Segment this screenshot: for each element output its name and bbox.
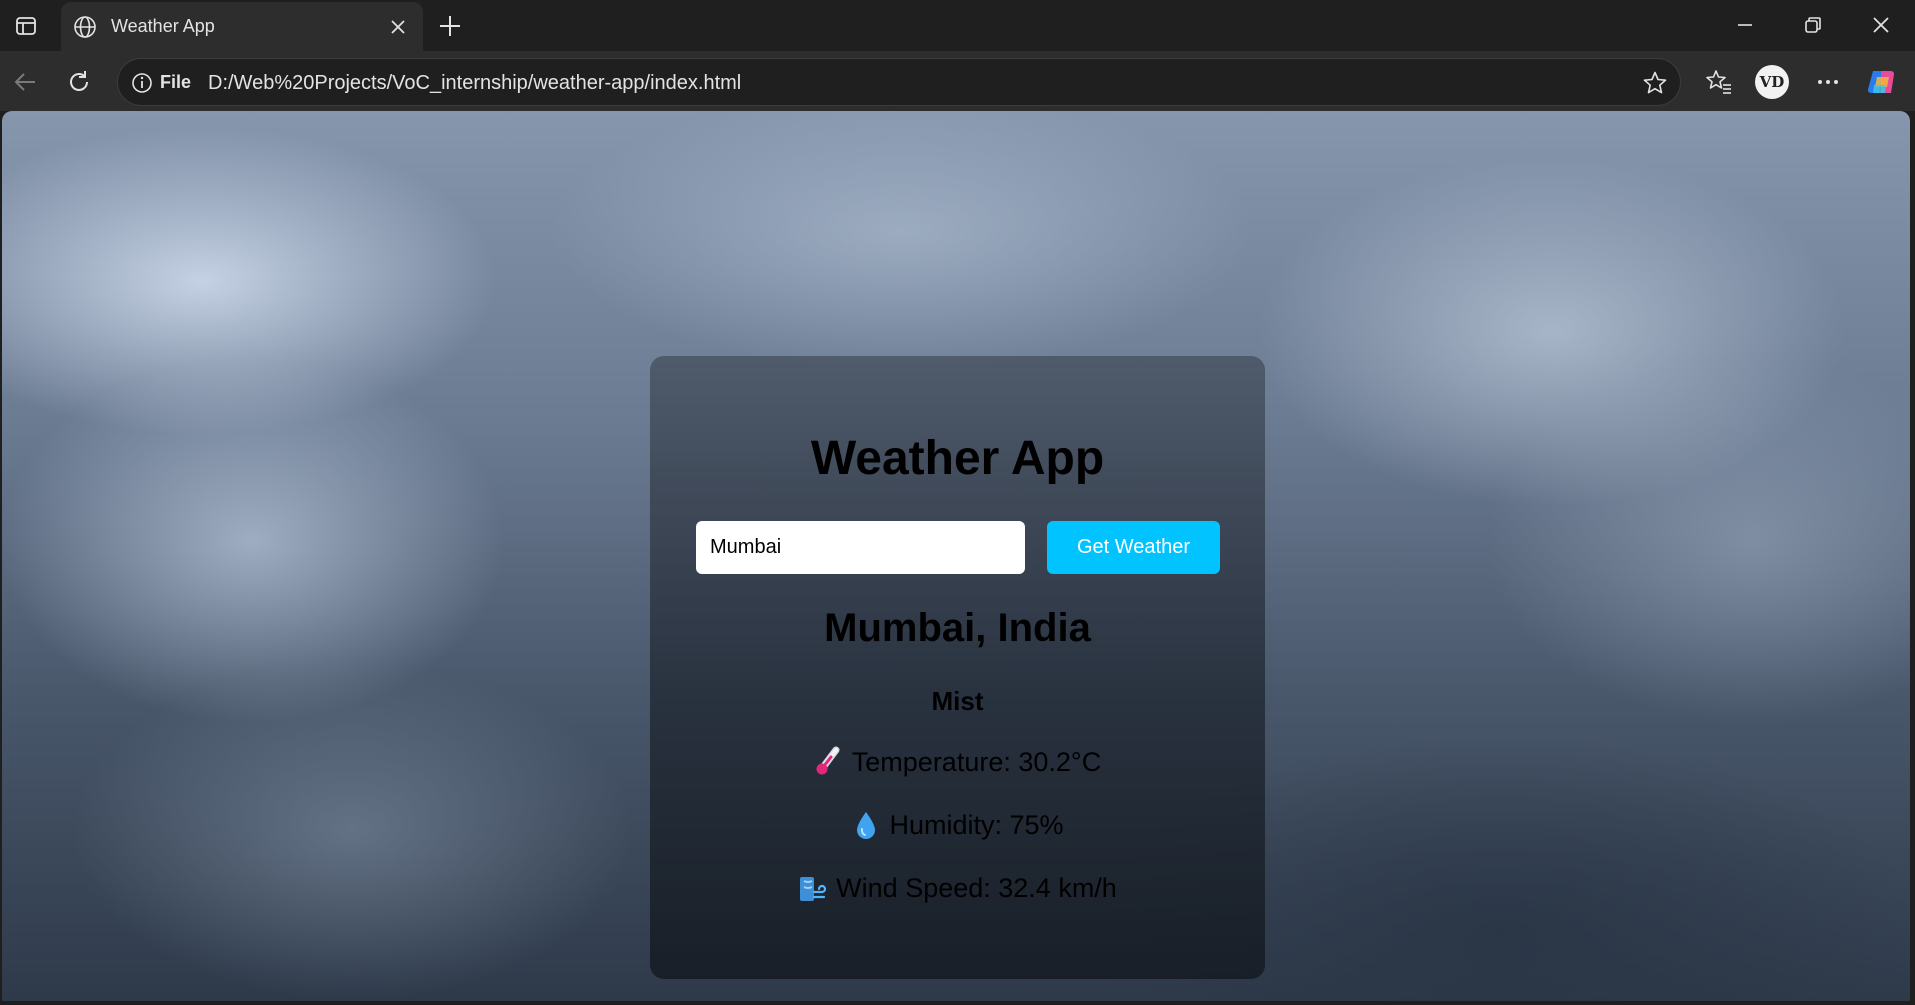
- app-title: Weather App: [810, 432, 1105, 485]
- favorites-icon[interactable]: [1699, 62, 1739, 102]
- minimize-icon[interactable]: [1715, 6, 1775, 44]
- page-viewport: Weather App Get Weather Mumbai, India Mi…: [2, 111, 1910, 1001]
- restore-icon[interactable]: [1783, 6, 1843, 44]
- location-heading: Mumbai, India: [824, 606, 1091, 650]
- favorite-star-icon[interactable]: [1642, 70, 1668, 96]
- temperature-row: Temperature: 30.2°C: [650, 746, 1265, 778]
- thermometer-icon: [816, 746, 840, 775]
- wind-row: Wind Speed: 32.4 km/h: [650, 872, 1265, 904]
- info-icon[interactable]: [130, 71, 154, 95]
- temperature-text: Temperature: 30.2°C: [851, 746, 1102, 777]
- profile-avatar[interactable]: VD: [1752, 62, 1792, 102]
- wind-speed-text: Wind Speed: 32.4 km/h: [836, 872, 1117, 903]
- more-icon[interactable]: [1808, 62, 1848, 102]
- weather-card: Weather App Get Weather Mumbai, India Mi…: [650, 356, 1265, 979]
- copilot-icon[interactable]: [1862, 62, 1902, 102]
- new-tab-icon[interactable]: [434, 10, 466, 42]
- url-scheme-label: File: [160, 72, 192, 92]
- url-text[interactable]: D:/Web%20Projects/VoC_internship/weather…: [208, 72, 741, 95]
- wind-icon: [800, 877, 827, 901]
- get-weather-button[interactable]: Get Weather: [1047, 521, 1220, 574]
- reload-icon[interactable]: [62, 65, 96, 99]
- address-bar[interactable]: File D:/Web%20Projects/VoC_internship/we…: [117, 58, 1681, 106]
- browser-tab[interactable]: Weather App: [61, 2, 423, 51]
- humidity-row: Humidity: 75%: [650, 809, 1265, 841]
- close-window-icon[interactable]: [1851, 6, 1911, 44]
- browser-titlebar: Weather App: [0, 0, 1915, 51]
- tab-title: Weather App: [111, 16, 215, 36]
- back-icon[interactable]: [8, 65, 42, 99]
- avatar: VD: [1755, 65, 1789, 99]
- globe-icon: [74, 16, 96, 38]
- city-input[interactable]: [696, 521, 1025, 574]
- tab-actions-icon[interactable]: [10, 10, 42, 42]
- weather-condition: Mist: [931, 686, 984, 716]
- humidity-text: Humidity: 75%: [889, 809, 1064, 840]
- droplet-icon: [857, 812, 876, 839]
- close-tab-icon[interactable]: [386, 15, 410, 39]
